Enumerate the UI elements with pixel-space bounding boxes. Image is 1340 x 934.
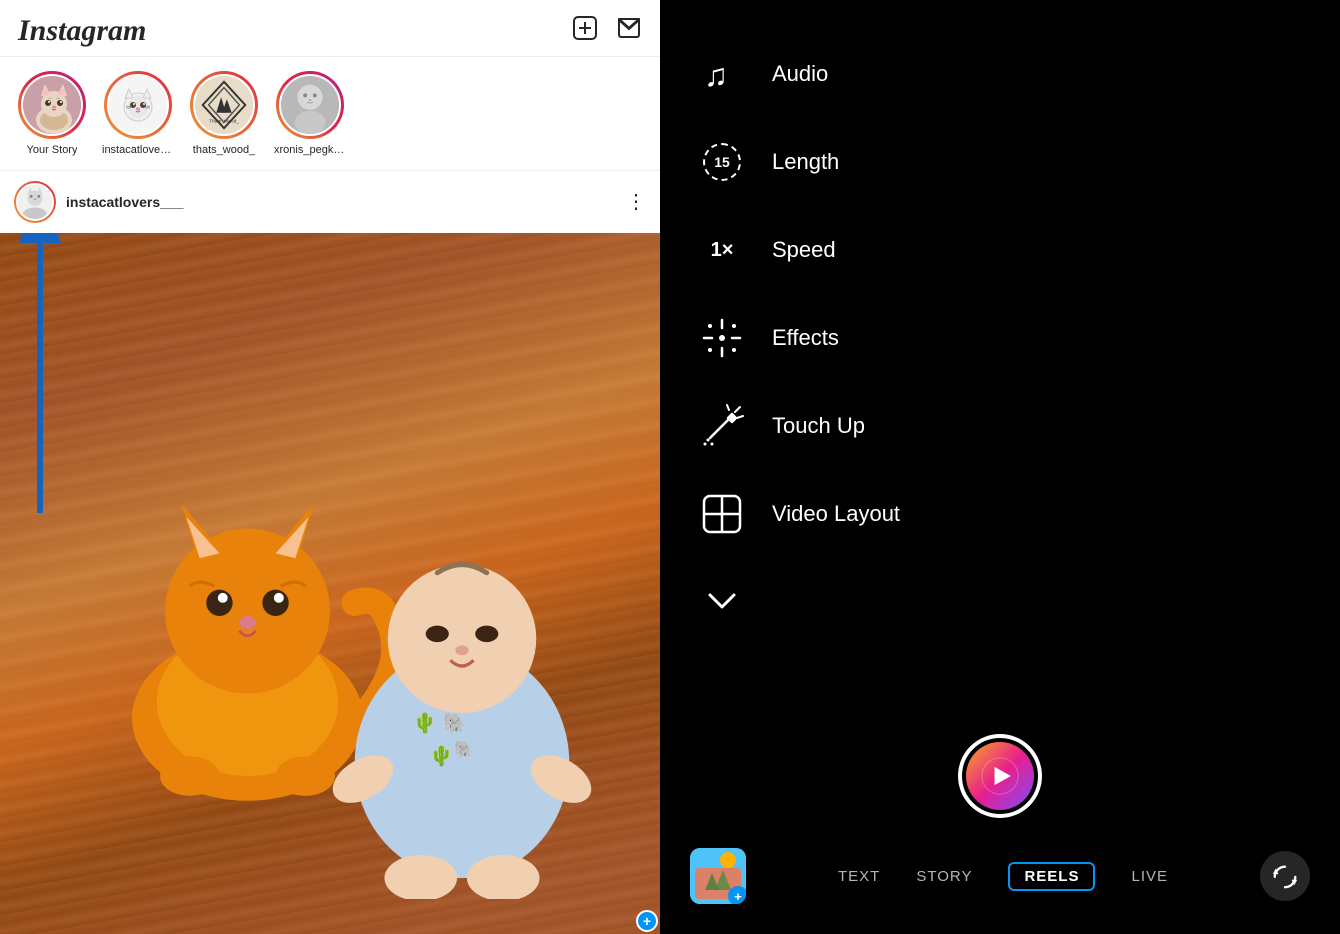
- post-avatar-inner: [16, 183, 54, 221]
- sparkles-icon: [700, 316, 744, 360]
- speed-label: Speed: [772, 237, 836, 263]
- header-icons: [572, 15, 642, 48]
- story-item-xronis[interactable]: xronis_pegk_...: [274, 71, 346, 156]
- svg-text:🌵: 🌵: [429, 745, 454, 768]
- story-ring-your: [18, 71, 86, 139]
- touchup-label: Touch Up: [772, 413, 865, 439]
- story-inner-instacat: [107, 74, 169, 136]
- touchup-icon: [700, 404, 744, 448]
- blue-arrow-annotation: [10, 233, 70, 523]
- baby-figure: 🌵 🐘 🌵 🐘: [297, 478, 627, 899]
- menu-item-length[interactable]: 15 Length: [700, 118, 1300, 206]
- music-note-icon: ♫: [700, 52, 744, 96]
- story-label-wood: thats_wood_: [193, 144, 255, 156]
- instagram-logo: Instagram: [18, 14, 146, 48]
- wood-logo-svg: Thats_Wood_: [195, 76, 253, 134]
- story-ring-xronis: [276, 71, 344, 139]
- app-header: Instagram: [0, 0, 660, 57]
- length-icon: 15: [700, 140, 744, 184]
- baby-svg: 🌵 🐘 🌵 🐘: [297, 478, 627, 899]
- menu-item-video-layout[interactable]: Video Layout: [700, 470, 1300, 558]
- menu-item-effects[interactable]: Effects: [700, 294, 1300, 382]
- baby-avatar-svg: [281, 76, 339, 134]
- length-badge-text: 15: [714, 154, 730, 170]
- mode-live[interactable]: LIVE: [1131, 868, 1168, 885]
- story-inner-your: [21, 74, 83, 136]
- instacat-avatar: [109, 76, 167, 134]
- story-ring-instacat: [104, 71, 172, 139]
- menu-item-speed[interactable]: 1× Speed: [700, 206, 1300, 294]
- svg-text:🌵 🐘: 🌵 🐘: [413, 712, 468, 735]
- instagram-feed-panel: Instagram: [0, 0, 660, 934]
- story-label-xronis: xronis_pegk_...: [274, 144, 346, 156]
- wood-avatar: Thats_Wood_: [195, 76, 253, 134]
- length-label: Length: [772, 149, 839, 175]
- cat-face-svg: [118, 85, 158, 125]
- flip-camera-icon: [1271, 862, 1299, 890]
- wand-icon: [700, 404, 744, 448]
- story-item-thatswood[interactable]: Thats_Wood_ thats_wood_: [188, 71, 260, 156]
- menu-item-audio[interactable]: ♫ Audio: [700, 30, 1300, 118]
- svg-text:Thats_Wood_: Thats_Wood_: [209, 118, 239, 124]
- svg-text:♫: ♫: [704, 57, 728, 93]
- post-header: instacatlovers___ ⋮: [0, 171, 660, 233]
- reels-camera-panel: ♫ Audio 15 Length 1× Speed: [660, 0, 1340, 934]
- shutter-button[interactable]: [958, 734, 1042, 818]
- post-user-avatar: [18, 184, 52, 220]
- svg-text:🐘: 🐘: [454, 740, 475, 759]
- story-inner-wood: Thats_Wood_: [193, 74, 255, 136]
- add-post-icon[interactable]: [572, 15, 598, 48]
- chevron-svg: [700, 580, 744, 624]
- flip-camera-button[interactable]: [1260, 851, 1310, 901]
- effects-icon: [700, 316, 744, 360]
- mode-story[interactable]: STORY: [916, 868, 972, 885]
- story-item-instacatlovers[interactable]: instacatlovers...: [102, 71, 174, 156]
- video-layout-label: Video Layout: [772, 501, 900, 527]
- video-layout-icon: [700, 492, 744, 536]
- camera-menu-list: ♫ Audio 15 Length 1× Speed: [660, 0, 1340, 714]
- menu-item-touchup[interactable]: Touch Up: [700, 382, 1300, 470]
- effects-label: Effects: [772, 325, 839, 351]
- post-avatar-ring[interactable]: [14, 181, 56, 223]
- story-inner-xronis: [279, 74, 341, 136]
- story-ring-wood: Thats_Wood_: [190, 71, 258, 139]
- audio-icon: ♫: [700, 52, 744, 96]
- gallery-plus-badge: +: [728, 886, 746, 904]
- story-item-your[interactable]: + Your Story: [16, 71, 88, 156]
- chevron-down-icon: [700, 580, 744, 624]
- mode-selector: TEXT STORY REELS LIVE: [746, 868, 1260, 885]
- stories-row: + Your Story: [0, 57, 660, 171]
- story-label-instacat: instacatlovers...: [102, 144, 174, 156]
- kitten-avatar-svg: [23, 76, 81, 134]
- story-label-your: Your Story: [27, 144, 78, 156]
- layout-icon: [700, 492, 744, 536]
- speed-icon: 1×: [700, 228, 744, 272]
- bottom-controls: + TEXT STORY REELS LIVE: [660, 834, 1340, 904]
- camera-bar: + TEXT STORY REELS LIVE: [660, 714, 1340, 934]
- post-image: 🌵 🐘 🌵 🐘: [0, 233, 660, 934]
- gallery-thumbnail[interactable]: +: [690, 848, 746, 904]
- shutter-inner: [966, 742, 1034, 810]
- mode-text[interactable]: TEXT: [838, 868, 880, 885]
- dm-icon[interactable]: [616, 15, 642, 48]
- post-more-menu[interactable]: ⋮: [626, 192, 646, 212]
- length-badge: 15: [703, 143, 741, 181]
- post-content-area: 🌵 🐘 🌵 🐘: [0, 233, 660, 934]
- speed-badge-text: 1×: [711, 239, 734, 262]
- audio-label: Audio: [772, 61, 828, 87]
- mode-reels[interactable]: REELS: [1008, 868, 1095, 885]
- your-story-avatar: [23, 76, 81, 134]
- reels-logo: [980, 756, 1020, 796]
- xronis-avatar: [281, 76, 339, 134]
- post-username: instacatlovers___: [66, 194, 616, 210]
- menu-item-more[interactable]: [700, 558, 1300, 646]
- mode-bottom-row: + TEXT STORY REELS LIVE: [660, 848, 1340, 904]
- speed-badge: 1×: [700, 228, 744, 272]
- mode-reels-box[interactable]: REELS: [1008, 862, 1095, 891]
